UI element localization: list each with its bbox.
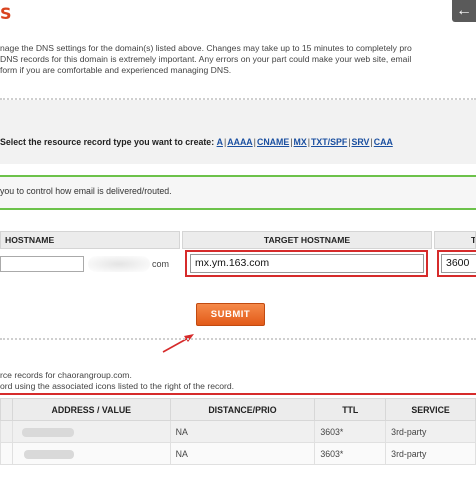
- row-marker: [0, 442, 13, 465]
- distance-cell: NA: [169, 420, 316, 443]
- records-info-line-2: ord using the associated icons listed to…: [0, 381, 235, 391]
- service-cell: 3rd-party: [385, 420, 476, 443]
- table-row[interactable]: NA 3603* 3rd-party: [0, 420, 476, 443]
- column-header: [0, 398, 13, 421]
- address-blurred: [11, 442, 171, 465]
- records-info-line-1: rce records for chaorangroup.com.: [0, 370, 132, 380]
- ttl-cell: 3603*: [314, 442, 387, 465]
- column-header: TTL: [314, 398, 387, 421]
- divider: [0, 338, 476, 340]
- service-cell: 3rd-party: [385, 442, 476, 465]
- records-table: ADDRESS / VALUE DISTANCE/PRIO TTL SERVIC…: [0, 398, 476, 465]
- distance-cell: NA: [169, 442, 316, 465]
- table-row[interactable]: NA 3603* 3rd-party: [0, 442, 476, 465]
- column-header: SERVICE: [385, 398, 476, 421]
- records-info: rce records for chaorangroup.com. ord us…: [0, 370, 234, 392]
- ttl-cell: 3603*: [314, 420, 387, 443]
- row-marker: [0, 420, 13, 443]
- column-header: ADDRESS / VALUE: [11, 398, 171, 421]
- address-blurred: [11, 420, 171, 443]
- table-header-row: ADDRESS / VALUE DISTANCE/PRIO TTL SERVIC…: [0, 398, 476, 421]
- column-header: DISTANCE/PRIO: [169, 398, 316, 421]
